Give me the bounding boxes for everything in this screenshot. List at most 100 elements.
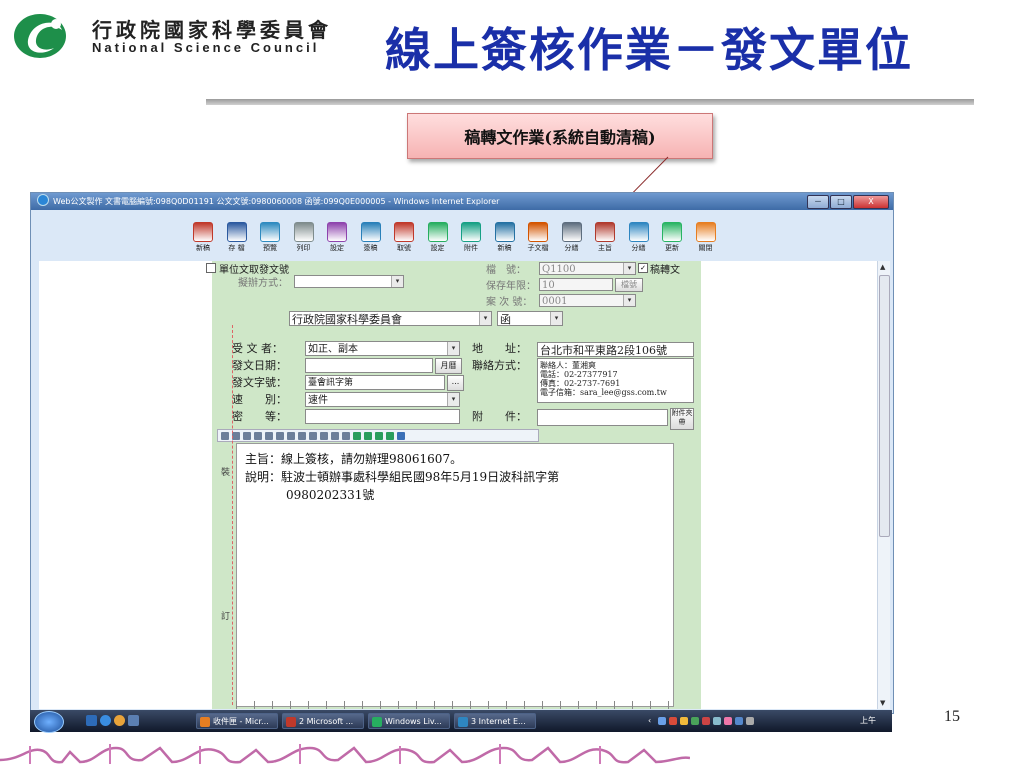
- tray-icon[interactable]: [735, 717, 743, 725]
- toolbar-label: 分繕: [564, 244, 579, 252]
- taskbar-task[interactable]: 2 Microsoft ...: [282, 713, 364, 729]
- color-icon[interactable]: [386, 431, 394, 440]
- margin-label-bottom: 訂: [221, 612, 231, 622]
- help-icon[interactable]: [397, 431, 405, 440]
- clock[interactable]: 上午 08:22: [860, 713, 888, 745]
- toolbar-button[interactable]: 更新: [656, 222, 688, 253]
- secret-field[interactable]: [305, 409, 460, 424]
- toolbar-button[interactable]: 設定: [422, 222, 454, 253]
- paste-icon[interactable]: [276, 431, 284, 440]
- ie-quicklaunch-icon[interactable]: [100, 715, 111, 726]
- doc-kind-select[interactable]: 函 ▾: [497, 311, 563, 326]
- contact-box[interactable]: 聯絡人：董湘爽 電話：02-27377917 傳真：02-2737-7691 電…: [537, 358, 694, 403]
- send-date-field[interactable]: [305, 358, 433, 373]
- cut-icon[interactable]: [254, 431, 262, 440]
- toolbar-label: 預覽: [263, 244, 277, 252]
- toolbar-button[interactable]: 分繕: [556, 222, 588, 253]
- toolbar-button[interactable]: 列印: [288, 222, 320, 253]
- toolbar-button[interactable]: 分繕: [623, 222, 655, 253]
- tray-icon[interactable]: [713, 717, 721, 725]
- taskbar-task[interactable]: 3 Internet E...: [454, 713, 536, 729]
- align-icon[interactable]: [243, 431, 251, 440]
- taskbar-task[interactable]: 收件匣 - Micr...: [196, 713, 278, 729]
- volume-icon[interactable]: [746, 717, 754, 725]
- undo-icon[interactable]: [287, 431, 295, 440]
- recipient-label: 受 文 者：: [232, 342, 283, 355]
- toolbar-button[interactable]: 設定: [321, 222, 353, 253]
- indent-icon[interactable]: [331, 431, 339, 440]
- file-no-select[interactable]: Q1100 ▾: [539, 262, 636, 275]
- tray-icon[interactable]: [691, 717, 699, 725]
- decorative-border: [0, 744, 690, 764]
- minimize-button[interactable]: －: [807, 195, 829, 209]
- doc-number-checkbox[interactable]: [206, 263, 216, 273]
- toolbar-button[interactable]: 簽稿: [355, 222, 387, 253]
- recipient-select[interactable]: 如正、副本 ▾: [305, 341, 460, 356]
- tray-icon[interactable]: [702, 717, 710, 725]
- case-no-select[interactable]: 0001 ▾: [539, 294, 636, 307]
- doc-no-more-button[interactable]: ...: [447, 375, 464, 391]
- page-number: 15: [944, 708, 960, 725]
- toolbar-label: 關閉: [698, 244, 713, 252]
- toolbar-button[interactable]: 新稿: [489, 222, 521, 253]
- file-no-button[interactable]: 檔號: [615, 278, 643, 292]
- address-field[interactable]: 台北市和平東路2段106號: [537, 342, 694, 357]
- toolbar-button[interactable]: 附件: [455, 222, 487, 253]
- taskbar: 收件匣 - Micr... 2 Microsoft ... Windows Liv.…: [30, 710, 892, 741]
- taskbar-task[interactable]: Windows Liv...: [368, 713, 450, 729]
- start-button[interactable]: [34, 711, 64, 733]
- redo-icon[interactable]: [298, 431, 306, 440]
- switch-window-icon[interactable]: [128, 715, 139, 726]
- toolbar-button[interactable]: 預覽: [254, 222, 286, 253]
- tray-icon[interactable]: [658, 717, 666, 725]
- tray-icon[interactable]: [724, 717, 732, 725]
- toolbar-button[interactable]: 主旨: [589, 222, 621, 253]
- align-icon[interactable]: [232, 431, 240, 440]
- toolbar-icon: [695, 222, 716, 242]
- color-icon[interactable]: [364, 431, 372, 440]
- scroll-thumb[interactable]: [879, 275, 890, 537]
- org-select[interactable]: 行政院國家科學委員會 ▾: [289, 311, 492, 326]
- outdent-icon[interactable]: [342, 431, 350, 440]
- keep-years-field[interactable]: 10: [539, 278, 613, 291]
- tray-icon[interactable]: [680, 717, 688, 725]
- method-select[interactable]: ▾: [294, 275, 404, 288]
- chevron-left-icon[interactable]: ‹: [648, 716, 651, 725]
- color-icon[interactable]: [375, 431, 383, 440]
- scroll-down-icon[interactable]: ▼: [880, 699, 885, 707]
- case-no-label: 案 次 號：: [486, 297, 533, 308]
- list-icon[interactable]: [320, 431, 328, 440]
- chevron-down-icon: ▾: [479, 312, 491, 325]
- toolbar-label: 分繕: [631, 244, 646, 252]
- calendar-button[interactable]: 月曆: [435, 358, 462, 374]
- attach-button[interactable]: 附件夾帶: [670, 408, 694, 430]
- table-icon[interactable]: [309, 431, 317, 440]
- color-icon[interactable]: [353, 431, 361, 440]
- document-editor[interactable]: 主旨：線上簽核，請勿辦理98061607。 說明：駐波士頓辦事處科學組民國98年…: [236, 443, 674, 707]
- toolbar-label: 附件: [464, 244, 478, 252]
- tray-icon[interactable]: [669, 717, 677, 725]
- copy-icon[interactable]: [265, 431, 273, 440]
- new-icon[interactable]: [221, 431, 229, 440]
- system-tray: ‹ 上午 08:22: [648, 713, 888, 741]
- toolbar-button[interactable]: 存 檔: [221, 222, 253, 253]
- toolbar-icon: [628, 222, 649, 242]
- close-window-button[interactable]: X: [853, 195, 889, 209]
- scroll-up-icon[interactable]: ▲: [880, 263, 885, 271]
- attach-field[interactable]: [537, 409, 668, 426]
- speed-select[interactable]: 速件 ▾: [305, 392, 460, 407]
- show-desktop-icon[interactable]: [86, 715, 97, 726]
- vertical-scrollbar[interactable]: ▲ ▼: [877, 261, 890, 709]
- toolbar-button[interactable]: 子文檔: [522, 222, 554, 253]
- window-titlebar[interactable]: Web公文製作 文書電腦編號:098Q0D01191 公文文號:09800600…: [31, 193, 893, 210]
- toolbar-button[interactable]: 新稿: [187, 222, 219, 253]
- toolbar-button[interactable]: 取號: [388, 222, 420, 253]
- maximize-button[interactable]: □: [830, 195, 852, 209]
- media-icon[interactable]: [114, 715, 125, 726]
- binding-line: [232, 325, 233, 705]
- page-content: 單位文取發文號 擬辦方式： ▾ 檔 號： Q1100 ▾ ✓ 稿轉文 保存年限： …: [39, 261, 877, 709]
- toolbar-button[interactable]: 關閉: [690, 222, 722, 253]
- method-label: 擬辦方式：: [238, 278, 288, 289]
- doc-no-field[interactable]: 臺會訊字第: [305, 375, 445, 390]
- convert-checkbox[interactable]: ✓: [638, 263, 648, 273]
